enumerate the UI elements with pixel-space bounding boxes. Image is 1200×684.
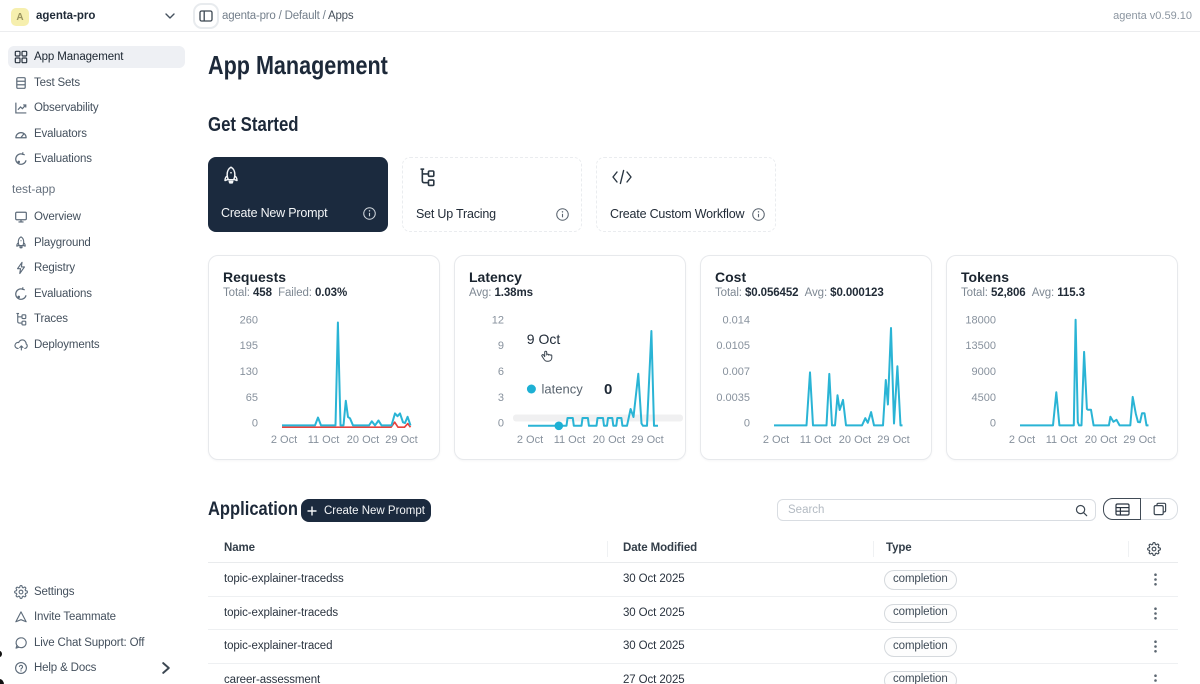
svg-text:9000: 9000 xyxy=(972,366,996,378)
svg-text:0: 0 xyxy=(990,418,996,430)
svg-text:13500: 13500 xyxy=(965,340,996,352)
svg-text:29 Oct: 29 Oct xyxy=(631,434,663,446)
svg-text:20 Oct: 20 Oct xyxy=(347,434,379,446)
svg-text:20 Oct: 20 Oct xyxy=(593,434,625,446)
svg-text:260: 260 xyxy=(240,314,258,326)
svg-text:2 Oct: 2 Oct xyxy=(271,434,297,446)
svg-text:0: 0 xyxy=(604,381,612,398)
svg-text:130: 130 xyxy=(240,366,258,378)
svg-text:11 Oct: 11 Oct xyxy=(308,434,340,446)
svg-text:0.014: 0.014 xyxy=(722,314,750,326)
svg-text:11 Oct: 11 Oct xyxy=(554,434,586,446)
svg-text:3: 3 xyxy=(498,392,504,404)
svg-text:4500: 4500 xyxy=(972,392,996,404)
svg-text:29 Oct: 29 Oct xyxy=(877,434,909,446)
svg-text:11 Oct: 11 Oct xyxy=(800,434,832,446)
svg-text:0: 0 xyxy=(498,418,504,430)
svg-text:2 Oct: 2 Oct xyxy=(763,434,789,446)
svg-text:6: 6 xyxy=(498,366,504,378)
svg-text:12: 12 xyxy=(492,314,504,326)
svg-text:20 Oct: 20 Oct xyxy=(1085,434,1117,446)
svg-text:0.0035: 0.0035 xyxy=(716,392,750,404)
svg-text:latency: latency xyxy=(542,382,584,397)
svg-text:9: 9 xyxy=(498,340,504,352)
svg-text:29 Oct: 29 Oct xyxy=(1123,434,1155,446)
svg-text:0.0105: 0.0105 xyxy=(716,340,750,352)
svg-text:18000: 18000 xyxy=(965,314,996,326)
svg-text:11 Oct: 11 Oct xyxy=(1046,434,1078,446)
svg-text:29 Oct: 29 Oct xyxy=(385,434,417,446)
svg-text:195: 195 xyxy=(240,340,258,352)
svg-text:2 Oct: 2 Oct xyxy=(1009,434,1035,446)
svg-text:65: 65 xyxy=(246,392,258,404)
svg-text:20 Oct: 20 Oct xyxy=(839,434,871,446)
svg-text:0.007: 0.007 xyxy=(722,366,750,378)
svg-text:0: 0 xyxy=(252,418,258,430)
svg-text:0: 0 xyxy=(744,418,750,430)
svg-text:2 Oct: 2 Oct xyxy=(517,434,543,446)
svg-text:9 Oct: 9 Oct xyxy=(527,331,561,347)
